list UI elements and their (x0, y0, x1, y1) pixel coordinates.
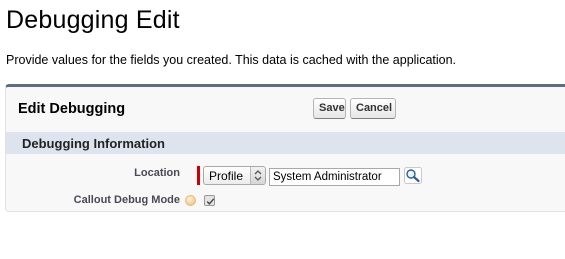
callout-debug-mode-checkbox[interactable] (204, 195, 215, 206)
edit-panel: Edit Debugging Save Cancel Debugging Inf… (5, 84, 565, 212)
location-type-value: Profile (209, 169, 244, 183)
section-header: Debugging Information (6, 132, 565, 154)
location-type-select[interactable]: Profile (203, 166, 266, 185)
updown-chevron-icon (250, 167, 265, 184)
checkmark-icon (206, 198, 215, 205)
help-bubble-icon[interactable] (185, 195, 196, 206)
panel-header: Edit Debugging Save Cancel (6, 87, 565, 127)
required-indicator (197, 166, 200, 185)
page-description: Provide values for the fields you create… (6, 53, 457, 67)
save-button[interactable]: Save (313, 98, 346, 119)
callout-debug-mode-label: Callout Debug Mode (73, 194, 180, 206)
lookup-magnifier-icon[interactable] (404, 167, 422, 184)
location-label: Location (134, 167, 180, 179)
debugging-edit-page: Debugging Edit Provide values for the fi… (0, 0, 565, 259)
page-title: Debugging Edit (6, 6, 180, 34)
section-title: Debugging Information (22, 136, 165, 151)
location-lookup-input[interactable] (269, 168, 400, 186)
panel-title: Edit Debugging (18, 101, 126, 117)
cancel-button[interactable]: Cancel (350, 98, 396, 119)
